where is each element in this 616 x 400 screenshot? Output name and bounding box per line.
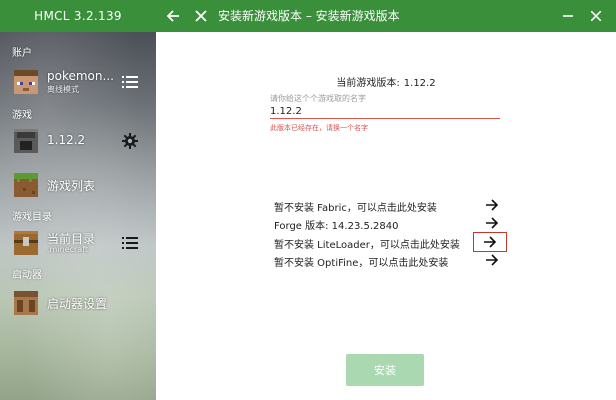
option-row-fabric: 暂不安装 Fabric，可以点击此处安装 bbox=[274, 196, 504, 214]
name-error-text: 此版本已经存在，请换一个名字 bbox=[270, 124, 368, 132]
sidebar-item-current-dir[interactable]: 当前目录 .minecraft bbox=[0, 223, 156, 263]
launcher-settings-label: 启动器设置 bbox=[47, 297, 108, 311]
sidebar: 账户 pokemon... 离线模式 游戏 1.12.2 游戏列表 游戏目录 当… bbox=[0, 32, 156, 400]
version-name: 1.12.2 bbox=[47, 133, 86, 147]
close-icon bbox=[195, 10, 207, 22]
option-text-forge: Forge 版本: 14.23.5.2840 bbox=[274, 221, 399, 232]
gear-icon[interactable] bbox=[122, 133, 138, 149]
sidebar-item-game-list[interactable]: 游戏列表 bbox=[0, 165, 156, 205]
option-row-optifine: 暂不安装 OptiFine，可以点击此处安装 bbox=[274, 251, 504, 269]
name-field-label: 请你给这个个游戏取的名字 bbox=[270, 94, 366, 103]
arrow-right-icon bbox=[486, 217, 499, 229]
install-button[interactable]: 安装 bbox=[346, 354, 424, 386]
section-label-account: 账户 bbox=[12, 48, 32, 59]
install-fabric-button[interactable] bbox=[480, 196, 504, 214]
list-icon[interactable] bbox=[122, 235, 138, 251]
close-window-button[interactable] bbox=[584, 0, 608, 32]
close-page-button[interactable] bbox=[188, 0, 214, 32]
version-name-input[interactable] bbox=[270, 104, 500, 119]
app-title: HMCL 3.2.139 bbox=[0, 0, 156, 32]
option-row-forge: Forge 版本: 14.23.5.2840 bbox=[274, 214, 504, 232]
close-icon bbox=[591, 11, 601, 21]
install-optifine-button[interactable] bbox=[480, 251, 504, 269]
player-avatar-icon bbox=[14, 70, 38, 94]
current-version-value: 1.12.2 bbox=[403, 78, 436, 89]
sidebar-item-account[interactable]: pokemon... 离线模式 bbox=[0, 62, 156, 102]
section-label-game: 游戏 bbox=[12, 110, 32, 121]
account-name: pokemon... bbox=[47, 69, 114, 83]
list-icon[interactable] bbox=[122, 74, 138, 90]
account-mode: 离线模式 bbox=[47, 85, 79, 94]
section-label-launcher: 启动器 bbox=[12, 270, 42, 281]
option-text-fabric: 暂不安装 Fabric，可以点击此处安装 bbox=[274, 203, 437, 214]
install-liteloader-button[interactable] bbox=[473, 232, 507, 252]
option-row-liteloader: 暂不安装 LiteLoader，可以点击此处安装 bbox=[274, 232, 507, 252]
page-title: 安装新游戏版本 – 安装新游戏版本 bbox=[218, 9, 400, 23]
section-label-game-dir: 游戏目录 bbox=[12, 212, 52, 223]
arrow-right-icon bbox=[484, 236, 497, 248]
current-dir-path: .minecraft bbox=[47, 245, 88, 254]
minimize-icon bbox=[563, 15, 573, 17]
crafting-table-icon bbox=[14, 291, 38, 315]
furnace-block-icon bbox=[14, 129, 38, 153]
install-panel: 当前游戏版本:1.12.2 请你给这个个游戏取的名字 此版本已经存在，请换一个名… bbox=[156, 32, 616, 400]
current-version: 当前游戏版本: 1.12.2 bbox=[156, 74, 616, 89]
game-list-label: 游戏列表 bbox=[47, 179, 96, 193]
title-bar: HMCL 3.2.139 安装新游戏版本 – 安装新游戏版本 bbox=[0, 0, 616, 32]
arrow-left-icon bbox=[166, 10, 179, 22]
minimize-button[interactable] bbox=[556, 0, 580, 32]
header: 安装新游戏版本 – 安装新游戏版本 bbox=[156, 0, 616, 32]
arrow-right-icon bbox=[486, 254, 499, 266]
option-text-liteloader: 暂不安装 LiteLoader，可以点击此处安装 bbox=[274, 240, 460, 251]
chest-icon bbox=[14, 231, 38, 255]
install-forge-button[interactable] bbox=[480, 214, 504, 232]
arrow-right-icon bbox=[486, 199, 499, 211]
back-button[interactable] bbox=[160, 0, 186, 32]
sidebar-item-launcher-settings[interactable]: 启动器设置 bbox=[0, 283, 156, 323]
grass-block-icon bbox=[14, 173, 38, 197]
option-text-optifine: 暂不安装 OptiFine，可以点击此处安装 bbox=[274, 258, 449, 269]
sidebar-item-version[interactable]: 1.12.2 bbox=[0, 121, 156, 161]
current-version-label: 当前游戏版本: bbox=[336, 78, 400, 89]
